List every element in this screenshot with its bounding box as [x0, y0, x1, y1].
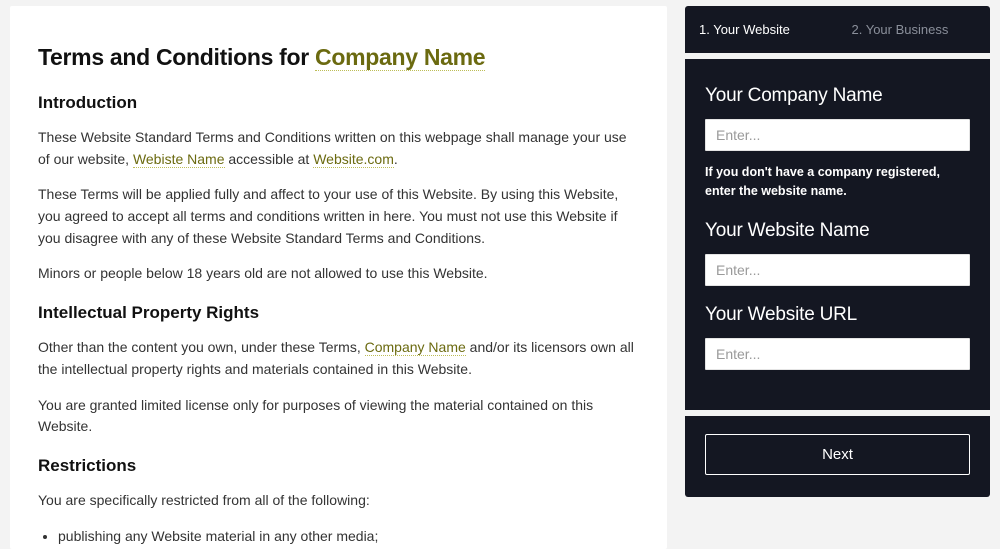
- company-name-input[interactable]: [705, 119, 970, 151]
- form-panel: 1. Your Website 2. Your Business Your Co…: [685, 6, 990, 549]
- restrictions-list: publishing any Website material in any o…: [38, 526, 639, 549]
- next-button[interactable]: Next: [705, 434, 970, 475]
- website-url-label: Your Website URL: [705, 304, 970, 326]
- website-form: Your Company Name If you don't have a co…: [685, 59, 990, 410]
- intro-paragraph-1: These Website Standard Terms and Conditi…: [38, 127, 639, 170]
- restrictions-paragraph-1: You are specifically restricted from all…: [38, 490, 639, 512]
- website-url-placeholder: Website.com: [313, 151, 394, 168]
- section-heading-introduction: Introduction: [38, 93, 639, 113]
- company-name-placeholder: Company Name: [365, 339, 466, 356]
- website-name-placeholder: Webiste Name: [133, 151, 225, 168]
- list-item: publishing any Website material in any o…: [58, 526, 639, 548]
- website-url-input[interactable]: [705, 338, 970, 370]
- terms-document: Terms and Conditions for Company Name In…: [10, 6, 667, 549]
- intro-paragraph-3: Minors or people below 18 years old are …: [38, 263, 639, 285]
- form-tabs: 1. Your Website 2. Your Business: [685, 6, 990, 53]
- ip-paragraph-2: You are granted limited license only for…: [38, 395, 639, 438]
- company-name-label: Your Company Name: [705, 85, 970, 107]
- website-name-input[interactable]: [705, 254, 970, 286]
- company-name-hint: If you don't have a company registered, …: [705, 163, 970, 202]
- ip-paragraph-1: Other than the content you own, under th…: [38, 337, 639, 380]
- section-heading-restrictions: Restrictions: [38, 456, 639, 476]
- section-heading-ip: Intellectual Property Rights: [38, 303, 639, 323]
- tab-your-website[interactable]: 1. Your Website: [685, 6, 838, 53]
- tab-your-business[interactable]: 2. Your Business: [838, 6, 991, 53]
- title-prefix: Terms and Conditions for: [38, 44, 315, 70]
- website-name-label: Your Website Name: [705, 220, 970, 242]
- page-title: Terms and Conditions for Company Name: [38, 44, 639, 71]
- form-footer: Next: [685, 416, 990, 497]
- title-company-placeholder: Company Name: [315, 44, 485, 71]
- intro-paragraph-2: These Terms will be applied fully and af…: [38, 184, 639, 249]
